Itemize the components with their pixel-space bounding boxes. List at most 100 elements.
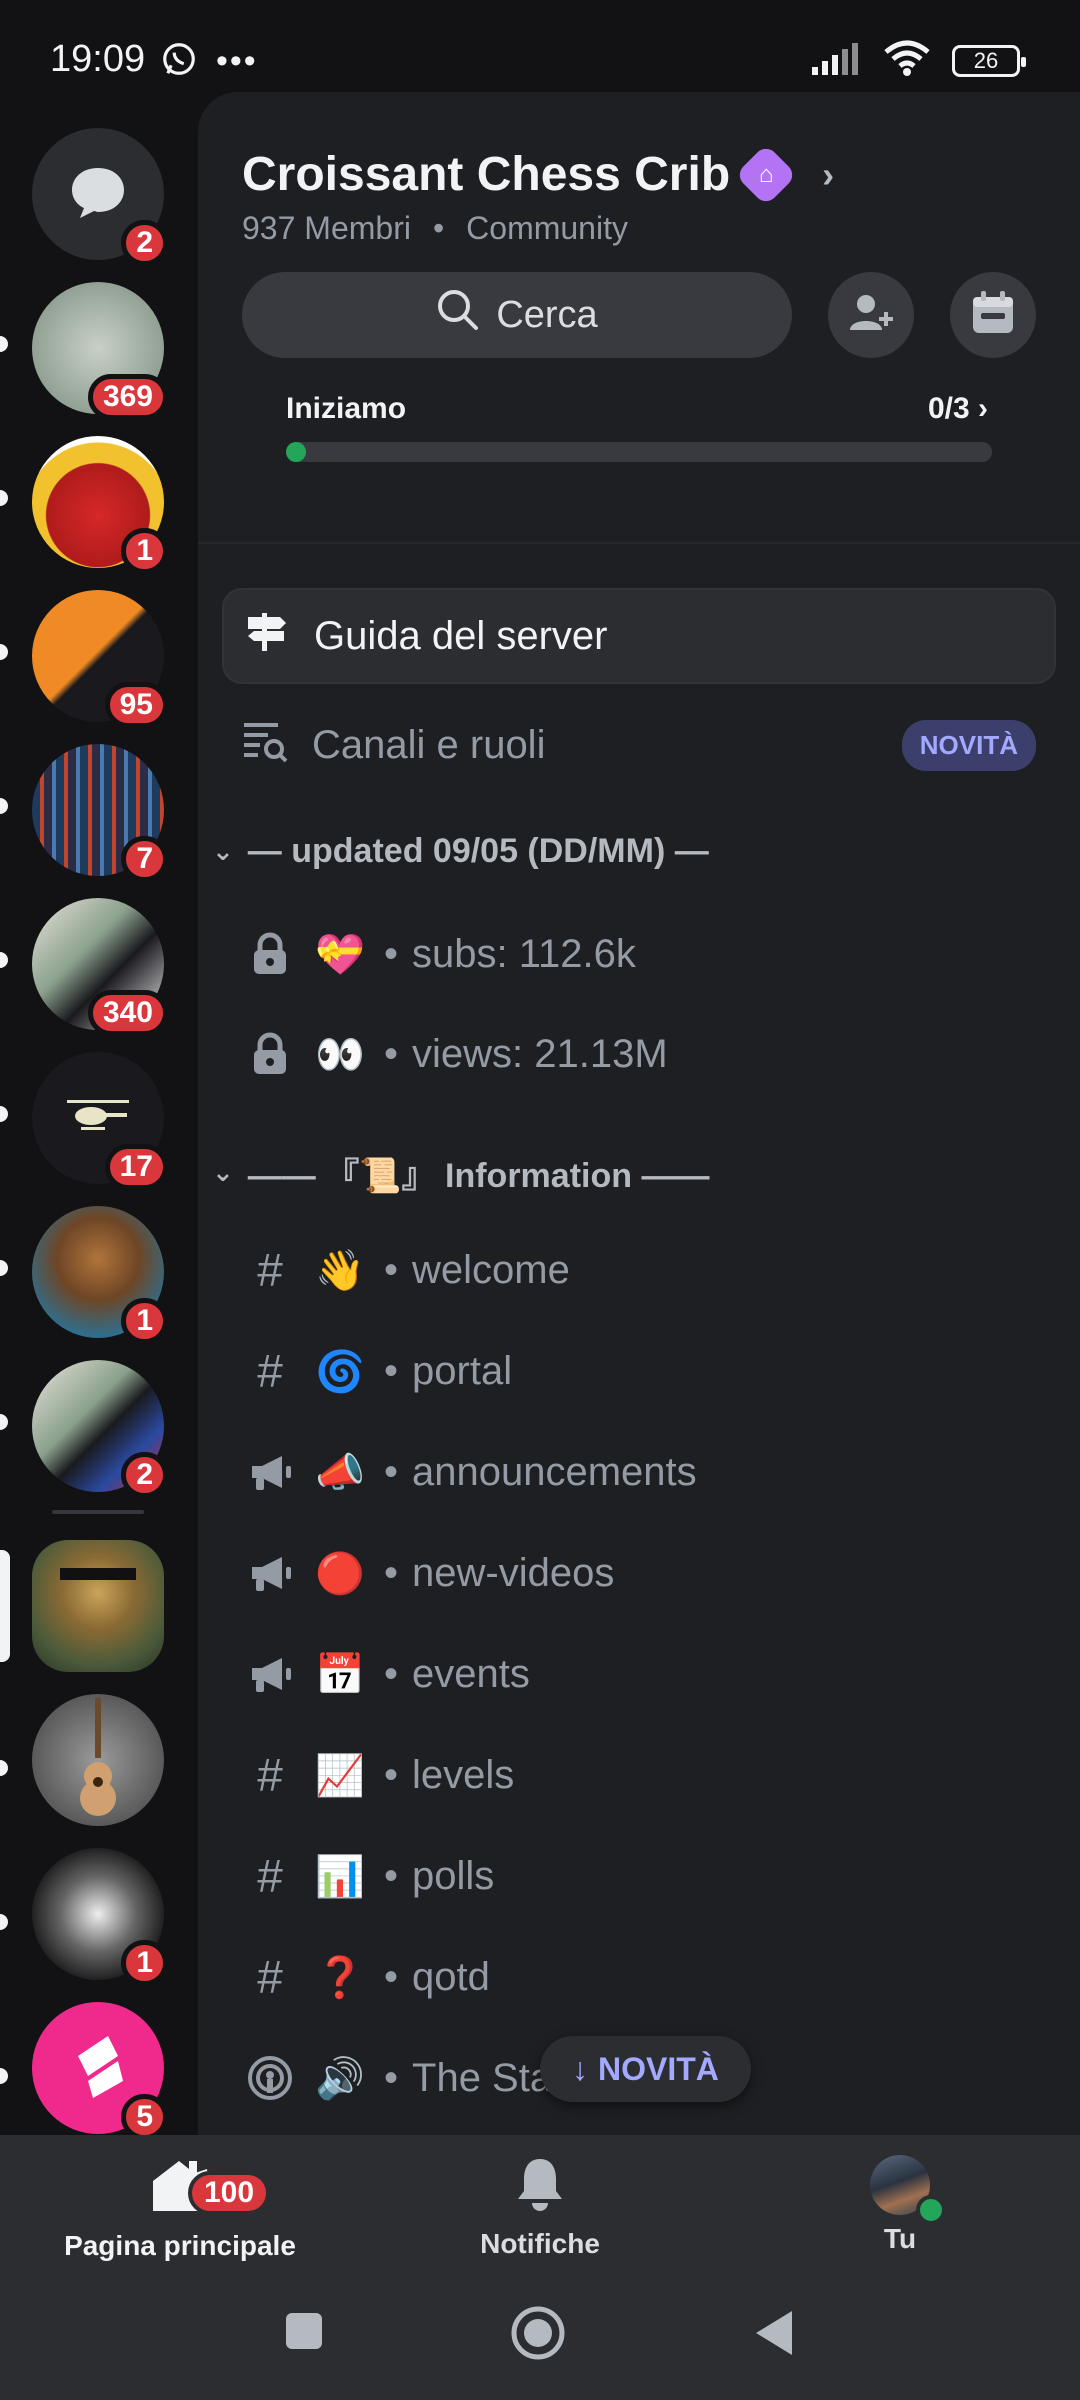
unread-dot [0,1914,8,1930]
unread-badge: 17 [104,1144,168,1190]
invite-button[interactable] [828,272,914,358]
unread-dot [0,1414,8,1430]
unread-dot [0,336,8,352]
server-icon[interactable]: 1 [32,1848,168,1986]
hash-icon: # [257,1850,283,1902]
member-count: 937 Membri [242,210,411,246]
unread-badge: 1 [121,1298,168,1344]
battery-indicator: 26 [952,44,1026,77]
server-icon[interactable]: 17 [32,1052,168,1190]
nav-you-label: Tu [883,2223,917,2254]
logo-icon [58,2026,138,2111]
unread-dot [0,1106,8,1122]
channel-emoji: 📅 [315,1652,365,1697]
back-icon[interactable] [752,2309,796,2362]
system-nav-bar [0,2285,1080,2400]
hash-icon: # [257,1345,283,1397]
server-guide-label: Guida del server [314,613,608,658]
server-meta: 937 Membri • Community [242,210,628,246]
unread-dot [0,798,8,814]
nav-home-label: Pagina principale [64,2230,296,2261]
home-system-icon[interactable] [510,2305,566,2366]
channel-name: welcome [412,1247,570,1292]
channel-row[interactable]: 💝 • subs: 112.6k [242,914,1036,994]
channel-name: portal [412,1348,513,1393]
unread-badge: 5 [121,2094,168,2140]
server-type: Community [466,210,628,246]
channel-emoji: 🔊 [315,2056,365,2101]
channel-emoji: ❓ [315,1955,365,2000]
channel-emoji: 🌀 [315,1349,365,1394]
unread-badge: 1 [121,528,168,574]
events-button[interactable] [950,272,1036,358]
helicopter-icon [63,1096,133,1141]
nav-you[interactable]: Tu [750,2155,1050,2255]
signpost-icon [244,609,288,663]
unread-badge: 95 [104,682,168,728]
category-header[interactable]: ⌄ — updated 09/05 (DD/MM) — [212,832,709,871]
server-icon[interactable]: 5 [32,2002,168,2140]
boost-icon: ⌂ [735,143,798,206]
channels-roles-button[interactable]: Canali e ruoli NOVITÀ [242,710,1036,780]
server-icon[interactable]: 1 [32,436,168,574]
new-messages-jump-button[interactable]: ↓ NOVITÀ [540,2036,751,2102]
nav-notifications-label: Notifiche [480,2228,600,2259]
channel-row[interactable]: # ❓ • qotd [242,1937,1036,2017]
channel-emoji: 👋 [315,1248,365,1293]
channel-name: subs: 112.6k [412,931,636,976]
search-icon [436,288,480,342]
channel-row[interactable]: 📣 • announcements [242,1432,1036,1512]
recents-icon[interactable] [284,2311,324,2356]
category-title: — updated 09/05 (DD/MM) — [247,832,709,870]
megaphone-icon [242,1452,298,1492]
ukulele-icon [73,1697,123,1823]
channel-name: polls [412,1853,495,1898]
arrow-down-icon: ↓ [572,2050,588,2087]
onboarding-count: 0/3 › [927,392,988,425]
unread-dot [0,952,8,968]
channel-emoji: 🔴 [315,1551,365,1596]
bottom-nav: Pagina principale 100 Notifiche Tu [0,2135,1080,2285]
server-icon[interactable]: 369 [32,282,168,420]
onboarding-progress[interactable]: Iniziamo 0/3 › [198,392,1080,544]
unread-dot [0,2068,8,2084]
megaphone-icon [242,1553,298,1593]
server-icon[interactable]: 2 [32,1360,168,1498]
add-user-icon [848,290,894,341]
search-label: Cerca [496,293,598,336]
search-button[interactable]: Cerca [242,272,792,358]
direct-messages-button[interactable]: 2 [32,128,168,266]
channel-row[interactable]: # 👋 • welcome [242,1230,1036,1310]
unread-badge: 369 [87,374,168,420]
channel-row[interactable]: 👀 • views: 21.13M [242,1014,1036,1094]
hash-icon: # [257,1951,283,2003]
server-icon[interactable]: 340 [32,898,168,1036]
calendar-icon [971,290,1015,340]
channel-row[interactable]: # 📈 • levels [242,1735,1036,1815]
server-icon[interactable]: 1 [32,1206,168,1344]
stage-icon [242,2055,298,2101]
server-icon[interactable]: 7 [32,744,168,882]
channel-name: events [412,1651,530,1696]
new-badge: NOVITÀ [901,719,1036,771]
channels-roles-label: Canali e ruoli [312,722,546,767]
channel-row[interactable]: 📅 • events [242,1634,1036,1714]
server-header[interactable]: Croissant Chess Crib ⌂ › [242,143,835,206]
unread-dot [0,644,8,660]
chevron-right-icon: › [822,153,835,195]
nav-home[interactable]: Pagina principale [30,2155,330,2262]
channel-row[interactable]: # 🌀 • portal [242,1331,1036,1411]
channel-row[interactable]: 🔴 • new-videos [242,1533,1036,1613]
channel-emoji: 💝 [315,932,365,977]
server-icon[interactable] [32,1694,164,1826]
category-header[interactable]: ⌄ —— 『📜』 Information —— [212,1148,709,1197]
channel-row[interactable]: # 📊 • polls [242,1836,1036,1916]
server-guide-button[interactable]: Guida del server [222,588,1056,684]
bell-icon [514,2155,566,2220]
server-icon-active[interactable] [32,1540,164,1672]
server-icon[interactable]: 95 [32,590,168,728]
channel-name: new-videos [412,1550,615,1595]
status-time: 19:09 [50,38,146,80]
unread-badge: 2 [121,220,168,266]
nav-notifications[interactable]: Notifiche [390,2155,690,2260]
